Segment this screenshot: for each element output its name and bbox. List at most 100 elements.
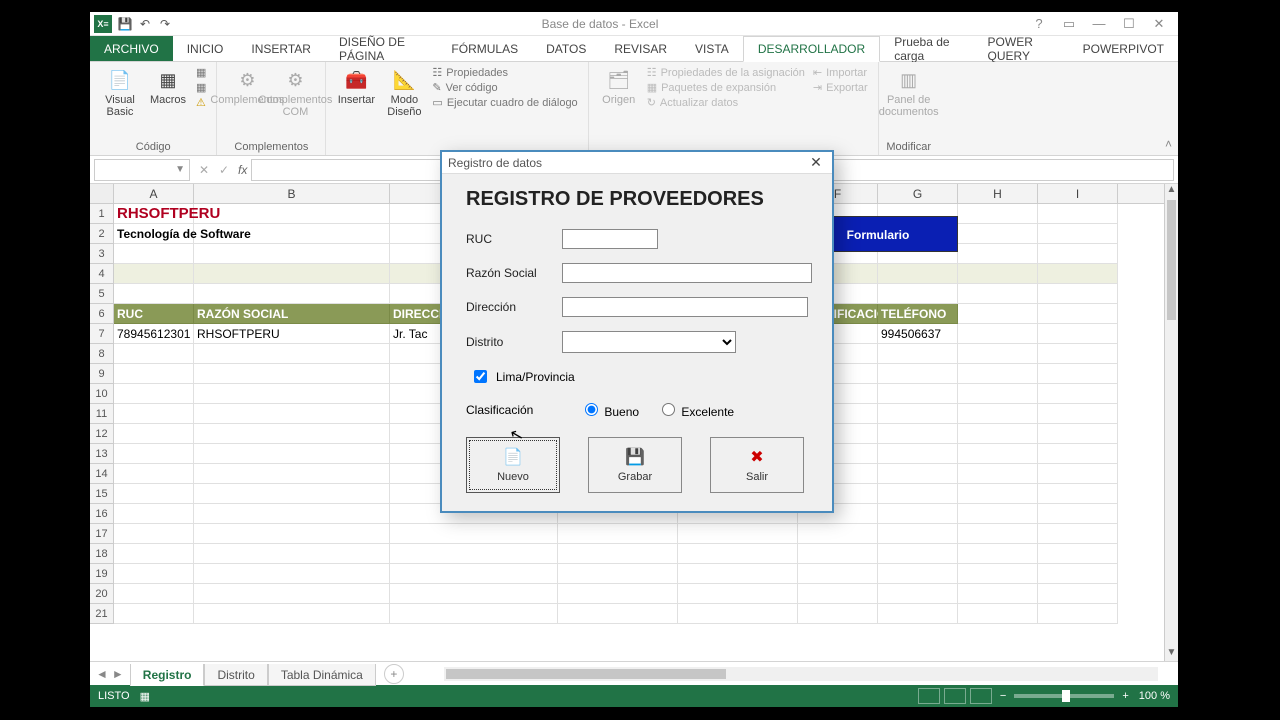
panel-documentos-button[interactable]: ▥ Panel de documentos (885, 64, 933, 122)
modo-diseno-button[interactable]: 📐 Modo Diseño (380, 64, 428, 122)
cell[interactable] (194, 604, 390, 624)
cell[interactable] (1038, 404, 1118, 424)
direccion-field[interactable] (562, 297, 808, 317)
tab-desarrollador[interactable]: DESARROLLADOR (743, 36, 880, 62)
qat-save-icon[interactable]: 💾 (116, 15, 134, 33)
cell[interactable] (958, 464, 1038, 484)
help-icon[interactable]: ? (1024, 14, 1054, 34)
cell[interactable] (1038, 484, 1118, 504)
cell[interactable] (390, 584, 558, 604)
dialog-titlebar[interactable]: Registro de datos ✕ (442, 152, 832, 174)
cell[interactable] (558, 544, 678, 564)
cell[interactable] (114, 344, 194, 364)
qat-undo-icon[interactable]: ↶ (136, 15, 154, 33)
cell[interactable] (678, 524, 798, 544)
cell[interactable] (958, 604, 1038, 624)
row-header[interactable]: 16 (90, 504, 114, 524)
complementos-com-button[interactable]: ⚙ Complementos COM (271, 64, 319, 122)
cell[interactable] (678, 544, 798, 564)
cell[interactable] (194, 424, 390, 444)
cell[interactable] (958, 544, 1038, 564)
cell[interactable] (114, 544, 194, 564)
scroll-down-icon[interactable]: ▼ (1165, 647, 1178, 661)
row-header[interactable]: 8 (90, 344, 114, 364)
cell[interactable] (114, 564, 194, 584)
cell[interactable] (678, 604, 798, 624)
tab-datos[interactable]: DATOS (532, 36, 600, 61)
cell[interactable] (194, 444, 390, 464)
paquetes-button[interactable]: ▦Paquetes de expansión (647, 81, 805, 94)
sheet-nav-prev-icon[interactable]: ◄ (96, 667, 108, 681)
cell[interactable] (798, 524, 878, 544)
cell[interactable] (878, 484, 958, 504)
salir-button[interactable]: ✖ Salir (710, 437, 804, 493)
cell[interactable] (958, 324, 1038, 344)
view-normal-icon[interactable] (918, 688, 940, 704)
tab-revisar[interactable]: REVISAR (600, 36, 681, 61)
cell[interactable] (558, 584, 678, 604)
cell[interactable] (1038, 544, 1118, 564)
tab-insertar[interactable]: INSERTAR (237, 36, 325, 61)
row-header[interactable]: 4 (90, 264, 114, 284)
cell[interactable] (958, 344, 1038, 364)
cell[interactable] (1038, 204, 1118, 224)
cell[interactable]: 994506637 (878, 324, 958, 344)
cell[interactable] (878, 564, 958, 584)
cell[interactable] (114, 384, 194, 404)
cell[interactable] (194, 224, 390, 244)
tab-inicio[interactable]: INICIO (173, 36, 238, 61)
cell[interactable] (1038, 524, 1118, 544)
row-header[interactable]: 13 (90, 444, 114, 464)
ribbon-collapse-icon[interactable]: ˄ (1165, 137, 1172, 151)
cell[interactable] (194, 244, 390, 264)
sheet-nav-next-icon[interactable]: ► (112, 667, 124, 681)
col-header-i[interactable]: I (1038, 184, 1118, 203)
cell[interactable] (194, 364, 390, 384)
cell[interactable] (878, 384, 958, 404)
cell[interactable] (958, 404, 1038, 424)
cell[interactable] (878, 424, 958, 444)
cell[interactable] (1038, 324, 1118, 344)
cancel-formula-icon[interactable]: ✕ (194, 163, 214, 177)
cell[interactable] (194, 384, 390, 404)
view-pagebreak-icon[interactable] (970, 688, 992, 704)
tab-formulas[interactable]: FÓRMULAS (437, 36, 532, 61)
cell[interactable]: RHSOFTPERU (194, 324, 390, 344)
cell[interactable] (878, 544, 958, 564)
radio-bueno[interactable] (585, 403, 598, 416)
add-sheet-button[interactable]: + (384, 664, 404, 684)
cell[interactable] (390, 524, 558, 544)
tab-vista[interactable]: VISTA (681, 36, 743, 61)
cell[interactable] (958, 564, 1038, 584)
cell[interactable] (958, 244, 1038, 264)
row-header[interactable]: 3 (90, 244, 114, 264)
accept-formula-icon[interactable]: ✓ (214, 163, 234, 177)
visual-basic-button[interactable]: 📄 Visual Basic (96, 64, 144, 122)
cell[interactable] (958, 424, 1038, 444)
ejecutar-dialogo-button[interactable]: ▭Ejecutar cuadro de diálogo (432, 96, 577, 109)
cell[interactable] (958, 384, 1038, 404)
cell[interactable] (194, 564, 390, 584)
tab-archivo[interactable]: ARCHIVO (90, 36, 173, 61)
fx-icon[interactable]: fx (238, 163, 247, 177)
cell[interactable] (114, 504, 194, 524)
cell[interactable] (878, 404, 958, 424)
cell[interactable] (194, 404, 390, 424)
cell[interactable] (558, 524, 678, 544)
cell[interactable] (390, 564, 558, 584)
cell[interactable] (958, 304, 1038, 324)
cell[interactable] (1038, 444, 1118, 464)
cell[interactable] (114, 364, 194, 384)
cell[interactable] (390, 604, 558, 624)
row-header[interactable]: 20 (90, 584, 114, 604)
origen-button[interactable]: 🗂 Origen (595, 64, 643, 110)
row-header[interactable]: 9 (90, 364, 114, 384)
row-header[interactable]: 5 (90, 284, 114, 304)
cell[interactable] (878, 264, 958, 284)
name-box[interactable]: ▼ (94, 159, 190, 181)
scroll-up-icon[interactable]: ▲ (1165, 184, 1178, 198)
tab-prueba[interactable]: Prueba de carga (880, 36, 973, 61)
cell[interactable] (1038, 564, 1118, 584)
zoom-in-icon[interactable]: + (1122, 690, 1128, 702)
cell[interactable] (678, 584, 798, 604)
